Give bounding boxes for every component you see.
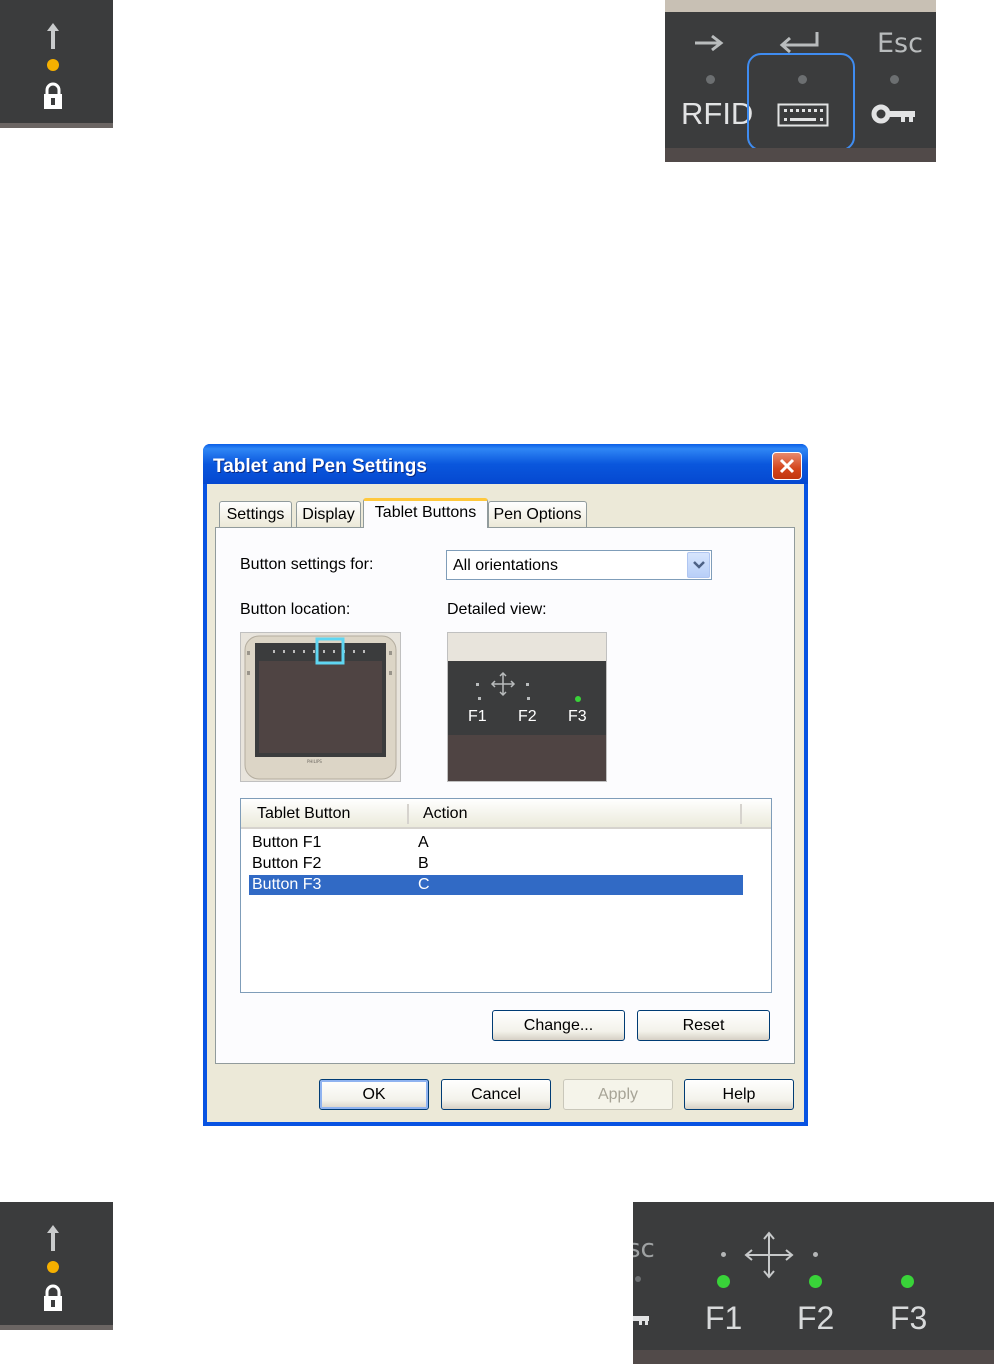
row-button: Button F3 bbox=[252, 876, 322, 893]
led-tab bbox=[706, 75, 715, 84]
column-action[interactable]: Action bbox=[423, 805, 467, 823]
keyboard-key-highlight bbox=[747, 53, 855, 151]
dropdown-button[interactable] bbox=[687, 552, 710, 578]
row-button: Button F1 bbox=[252, 834, 322, 851]
dialog-title: Tablet and Pen Settings bbox=[213, 456, 427, 477]
chevron-down-icon bbox=[693, 561, 705, 569]
detailed-view-label: Detailed view: bbox=[447, 601, 547, 618]
f1-led bbox=[717, 1275, 730, 1288]
dialog-client-area: Settings Display Tablet Buttons Pen Opti… bbox=[207, 484, 804, 1122]
tablet-buttons-panel: Button settings for: All orientations Bu… bbox=[215, 527, 795, 1064]
title-bar[interactable]: Tablet and Pen Settings bbox=[203, 444, 808, 484]
row-action: A bbox=[418, 834, 429, 851]
tab-tablet-buttons[interactable]: Tablet Buttons bbox=[363, 498, 488, 528]
detailed-f1-label: F1 bbox=[468, 708, 487, 725]
led-escape bbox=[890, 75, 899, 84]
detailed-view-image: F1 F2 F3 bbox=[447, 632, 607, 782]
detailed-f3-label: F3 bbox=[568, 708, 587, 725]
tab-display[interactable]: Display bbox=[296, 501, 361, 527]
move-arrows-icon bbox=[490, 671, 516, 697]
keyboard-key-panel: Esc RFID bbox=[665, 0, 936, 162]
rfid-label: RFID bbox=[681, 96, 754, 131]
lock-indicator-panel-bottom bbox=[0, 1202, 113, 1330]
row-action: C bbox=[418, 876, 430, 893]
up-arrow-icon bbox=[47, 23, 59, 49]
ok-button[interactable]: OK bbox=[319, 1079, 429, 1110]
move-arrows-icon bbox=[744, 1231, 794, 1279]
escape-label: Esc bbox=[877, 28, 923, 59]
column-tablet-button[interactable]: Tablet Button bbox=[257, 805, 350, 823]
button-location-label: Button location: bbox=[240, 601, 351, 618]
apply-button[interactable]: Apply bbox=[563, 1079, 673, 1110]
enter-arrow-icon bbox=[779, 32, 819, 54]
partial-escape-label: sc bbox=[633, 1234, 655, 1264]
row-button: Button F2 bbox=[252, 855, 322, 872]
f3-led bbox=[575, 696, 581, 702]
cancel-button[interactable]: Cancel bbox=[441, 1079, 551, 1110]
f2-led bbox=[809, 1275, 822, 1288]
tablet-pen-settings-dialog: Tablet and Pen Settings Settings Display… bbox=[203, 444, 808, 1126]
tab-arrow-icon bbox=[695, 34, 724, 52]
lock-icon bbox=[44, 1284, 62, 1311]
f1-label: F1 bbox=[705, 1300, 743, 1336]
lock-indicator-panel bbox=[0, 0, 113, 128]
change-button[interactable]: Change... bbox=[492, 1010, 625, 1041]
key-icon bbox=[871, 104, 915, 124]
up-arrow-icon bbox=[47, 1225, 59, 1251]
tablet-brand: PHILIPS bbox=[307, 759, 322, 764]
partial-key-icon bbox=[633, 1316, 649, 1325]
orientation-value: All orientations bbox=[453, 557, 558, 574]
list-item[interactable]: Button F2 B bbox=[249, 854, 743, 874]
tab-settings[interactable]: Settings bbox=[219, 501, 292, 527]
function-keys-panel: sc F1 F2 F3 bbox=[633, 1202, 994, 1364]
reset-button[interactable]: Reset bbox=[637, 1010, 770, 1041]
f3-label: F3 bbox=[890, 1300, 928, 1336]
f3-led bbox=[901, 1275, 914, 1288]
row-action: B bbox=[418, 855, 429, 872]
button-location-image: PHILIPS bbox=[240, 632, 401, 782]
list-item-selected[interactable]: Button F3 C bbox=[249, 875, 743, 895]
help-button[interactable]: Help bbox=[684, 1079, 794, 1110]
close-button[interactable] bbox=[772, 452, 802, 480]
detailed-f2-label: F2 bbox=[518, 708, 537, 725]
status-led bbox=[47, 1261, 59, 1273]
f2-label: F2 bbox=[797, 1300, 835, 1336]
list-item[interactable]: Button F1 A bbox=[249, 833, 743, 853]
list-header: Tablet Button Action bbox=[241, 799, 771, 829]
tab-pen-options[interactable]: Pen Options bbox=[488, 501, 587, 527]
lock-icon bbox=[44, 82, 62, 109]
status-led bbox=[47, 59, 59, 71]
button-settings-label: Button settings for: bbox=[240, 556, 374, 573]
button-action-list[interactable]: Tablet Button Action Button F1 A Button … bbox=[240, 798, 772, 993]
orientation-select[interactable]: All orientations bbox=[446, 550, 712, 580]
close-icon bbox=[779, 458, 795, 474]
